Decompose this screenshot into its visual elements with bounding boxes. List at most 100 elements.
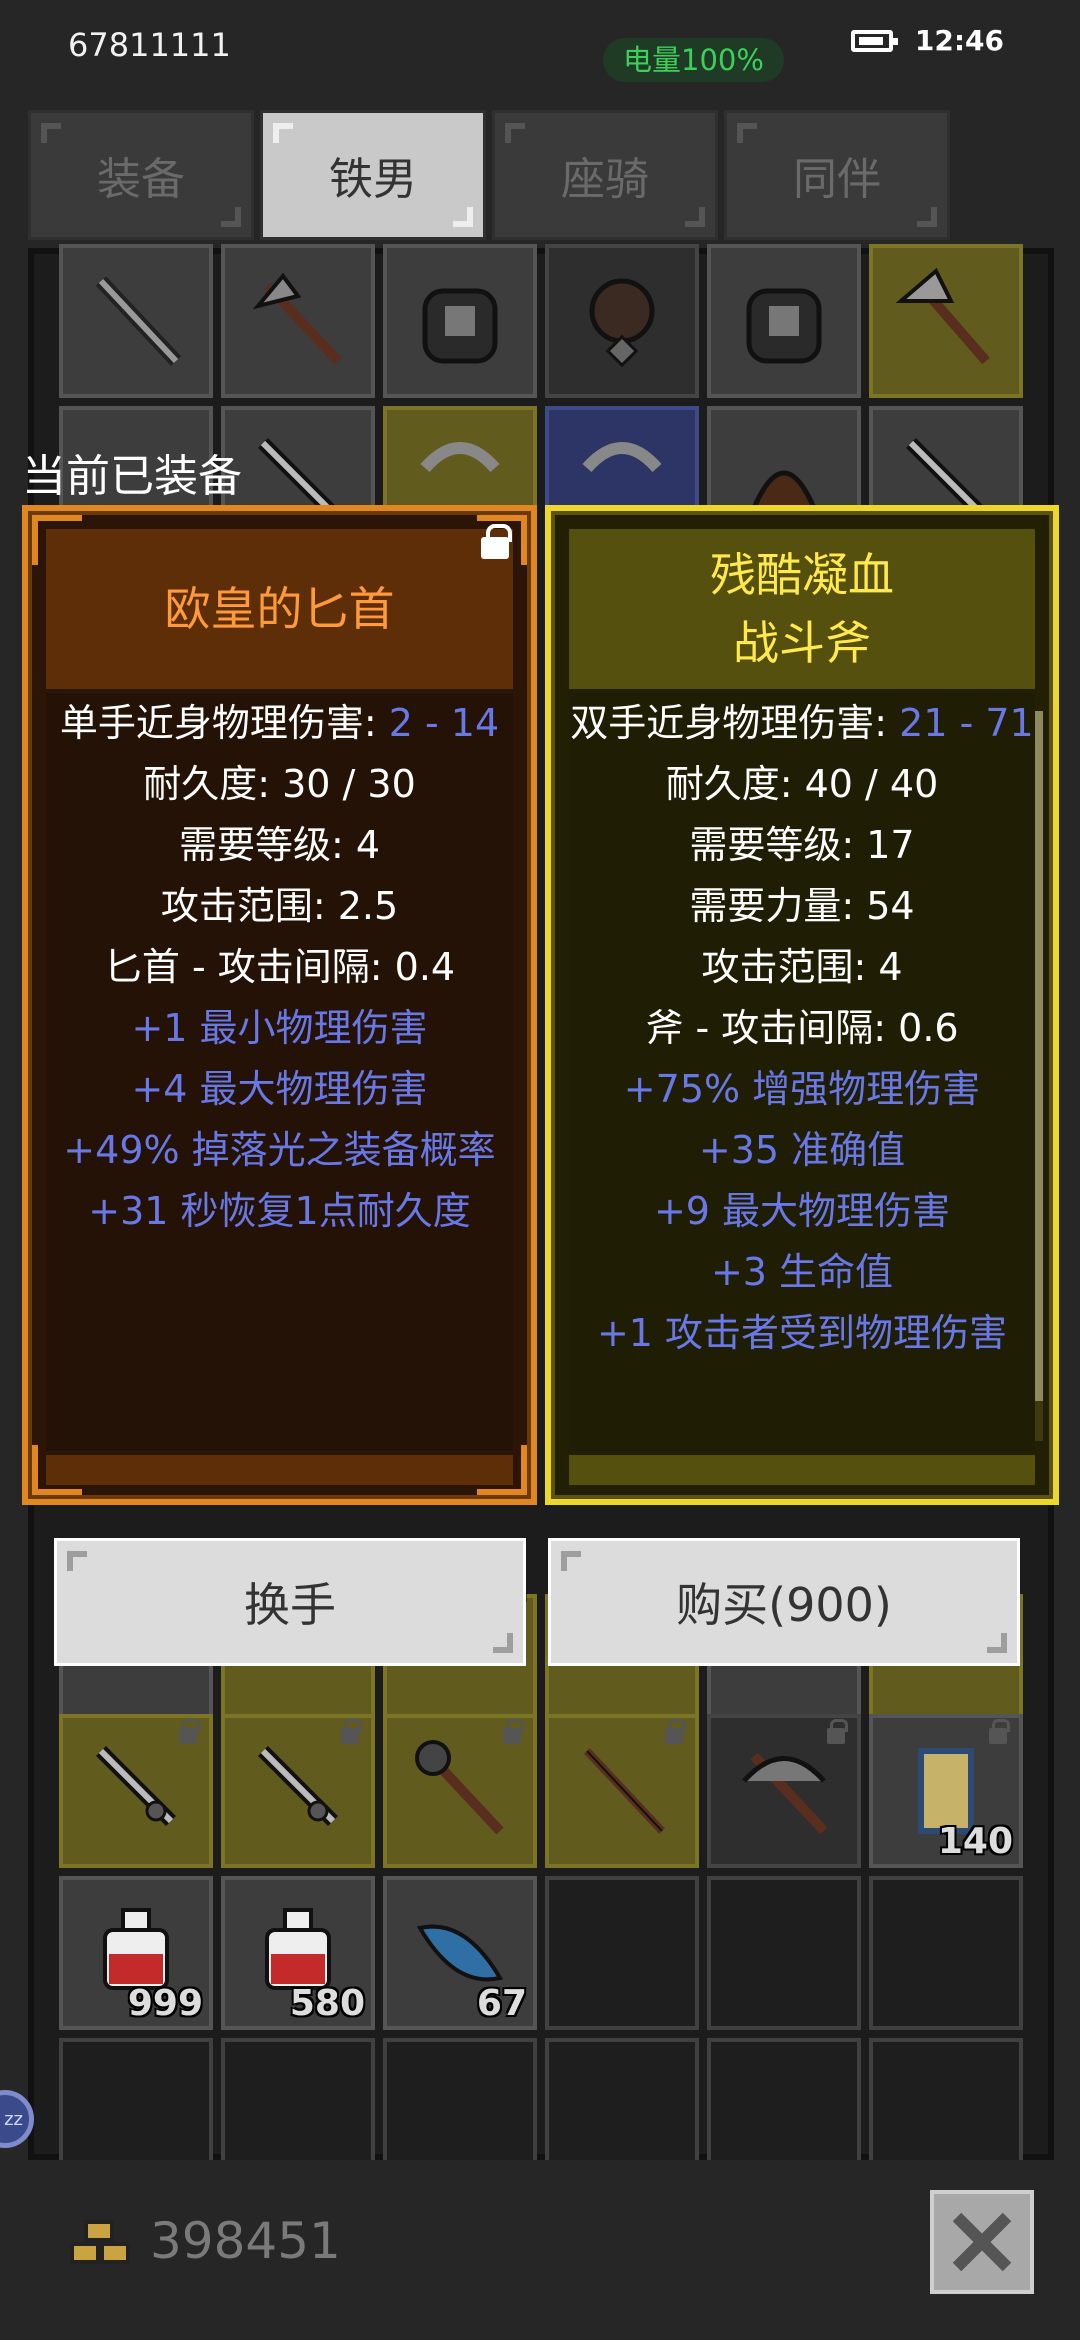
inventory-slot[interactable]: 999 [59, 1876, 213, 2030]
inventory-slot[interactable] [545, 244, 699, 398]
inventory-slot[interactable] [59, 244, 213, 398]
stat-mod: +1 最小物理伤害 [131, 1006, 428, 1050]
item-stats[interactable]: 双手近身物理伤害: 21 - 71 耐久度: 40 / 40 需要等级: 17 … [569, 693, 1035, 1451]
stat-damage-value: 21 - 71 [899, 701, 1034, 745]
status-bar: 67811111 电量100% 12:46 [0, 0, 1080, 100]
stat-damage: 单手近身物理伤害: 2 - 14 [46, 693, 513, 754]
close-button[interactable] [930, 2190, 1034, 2294]
status-right: 12:46 [850, 24, 1004, 57]
stack-count: 140 [937, 1821, 1013, 1862]
corner-tl-icon [561, 1551, 581, 1571]
battery-pill: 电量100% [603, 38, 784, 82]
battery-icon [850, 29, 898, 52]
swap-hand-label: 换手 [244, 1578, 336, 1632]
equipped-item-card: 欧皇的匕首 单手近身物理伤害: 2 - 14 耐久度: 30 / 30 需要等级… [22, 505, 537, 1505]
corner-tl-icon [505, 123, 525, 143]
stat-mod: +49% 掉落光之装备概率 [63, 1128, 496, 1172]
corner-tl-icon [67, 1551, 87, 1571]
inventory-slot[interactable] [545, 1876, 699, 2030]
tab-label: 座骑 [561, 154, 649, 205]
tab-mount[interactable]: 座骑 [492, 110, 718, 240]
axe-icon [252, 272, 342, 365]
tab-bar: 装备 铁男 座骑 同伴 [28, 110, 950, 240]
inventory-slot[interactable]: 67 [383, 1876, 537, 2030]
stat-level-req: 需要等级: 17 [689, 823, 915, 867]
stat-mod: +4 最大物理伤害 [131, 1067, 428, 1111]
stack-count: 999 [127, 1983, 203, 2024]
stat-damage-label: 单手近身物理伤害: [59, 701, 389, 745]
card-footer [46, 1455, 513, 1485]
stat-level-req: 需要等级: 4 [178, 823, 381, 867]
swap-hand-button[interactable]: 换手 [54, 1538, 526, 1666]
inventory-slot[interactable] [707, 1876, 861, 2030]
status-left-text: 67811111 [68, 26, 231, 64]
stat-mod: +31 秒恢复1点耐久度 [88, 1189, 471, 1233]
stat-damage: 双手近身物理伤害: 21 - 71 [569, 693, 1035, 754]
stats-scrollbar[interactable] [1035, 711, 1043, 1441]
tab-ironman[interactable]: 铁男 [260, 110, 486, 240]
card-footer [569, 1455, 1035, 1485]
inventory-slot[interactable] [221, 1714, 375, 1868]
item-name-line1: 残酷凝血 [710, 548, 894, 602]
tab-companion[interactable]: 同伴 [724, 110, 950, 240]
buy-label: 购买(900) [676, 1578, 892, 1632]
corner-br-icon [221, 207, 241, 227]
compare-item-card: 残酷凝血 战斗斧 双手近身物理伤害: 21 - 71 耐久度: 40 / 40 … [545, 505, 1059, 1505]
inventory-slot[interactable] [869, 244, 1023, 398]
corner-br-icon [685, 207, 705, 227]
armor-icon [422, 288, 498, 364]
inventory-slot[interactable] [869, 1876, 1023, 2030]
item-title-band: 欧皇的匕首 [46, 529, 513, 689]
armor-icon [746, 288, 822, 364]
inventory-slot[interactable] [383, 1714, 537, 1868]
item-name-line2: 战斗斧 [733, 616, 871, 670]
inventory-slot[interactable] [707, 244, 861, 398]
item-title-band: 残酷凝血 战斗斧 [569, 529, 1035, 689]
battle-axe-icon [742, 1752, 828, 1835]
battle-axe-icon [895, 267, 990, 365]
inventory-slot[interactable] [221, 244, 375, 398]
sword-icon [96, 1746, 176, 1826]
corner-br-icon [917, 207, 937, 227]
mace-icon [95, 276, 182, 366]
close-icon [952, 2212, 1012, 2272]
bottom-bar: 398451 [0, 2160, 1080, 2340]
stat-mod: +75% 增强物理伤害 [623, 1067, 981, 1111]
equipped-label: 当前已装备 [22, 451, 242, 502]
stack-count: 67 [476, 1983, 527, 2024]
corner-br-icon [453, 207, 473, 227]
spear-icon [584, 1748, 665, 1834]
item-name: 欧皇的匕首 [164, 582, 395, 636]
lock-icon[interactable] [481, 524, 512, 559]
corner-tl-icon [273, 123, 293, 143]
stat-mod: +35 准确值 [698, 1128, 906, 1172]
corner-br-icon [987, 1633, 1007, 1653]
inventory-slot[interactable]: 140 [869, 1714, 1023, 1868]
inventory-slot[interactable] [707, 1714, 861, 1868]
buy-button[interactable]: 购买(900) [548, 1538, 1020, 1666]
corner-tl-icon [737, 123, 757, 143]
scroll-thumb[interactable] [1035, 711, 1043, 1401]
spiked-shield-icon [589, 278, 655, 368]
stat-range: 攻击范围: 4 [701, 945, 903, 989]
tab-label: 铁男 [329, 154, 417, 205]
inventory-slot[interactable] [59, 1714, 213, 1868]
stat-durability: 耐久度: 40 / 40 [665, 762, 939, 806]
inventory-slot[interactable] [383, 244, 537, 398]
stat-interval: 斧 - 攻击间隔: 0.6 [645, 1006, 959, 1050]
stat-interval: 匕首 - 攻击间隔: 0.4 [103, 945, 456, 989]
stat-mod: +3 生命值 [710, 1250, 894, 1294]
inventory-slot[interactable]: 580 [221, 1876, 375, 2030]
tab-equipment[interactable]: 装备 [28, 110, 254, 240]
tab-label: 同伴 [793, 154, 881, 205]
mace-icon [415, 1740, 504, 1835]
status-time: 12:46 [914, 24, 1004, 57]
stat-damage-value: 2 - 14 [388, 701, 500, 745]
stack-count: 580 [289, 1983, 365, 2024]
sword-icon [258, 1746, 338, 1826]
stat-mod: +9 最大物理伤害 [653, 1189, 951, 1233]
stat-str-req: 需要力量: 54 [689, 884, 915, 928]
inventory-slot[interactable] [545, 1714, 699, 1868]
gold-count: 398451 [150, 2212, 341, 2270]
item-stats: 单手近身物理伤害: 2 - 14 耐久度: 30 / 30 需要等级: 4 攻击… [46, 693, 513, 1451]
